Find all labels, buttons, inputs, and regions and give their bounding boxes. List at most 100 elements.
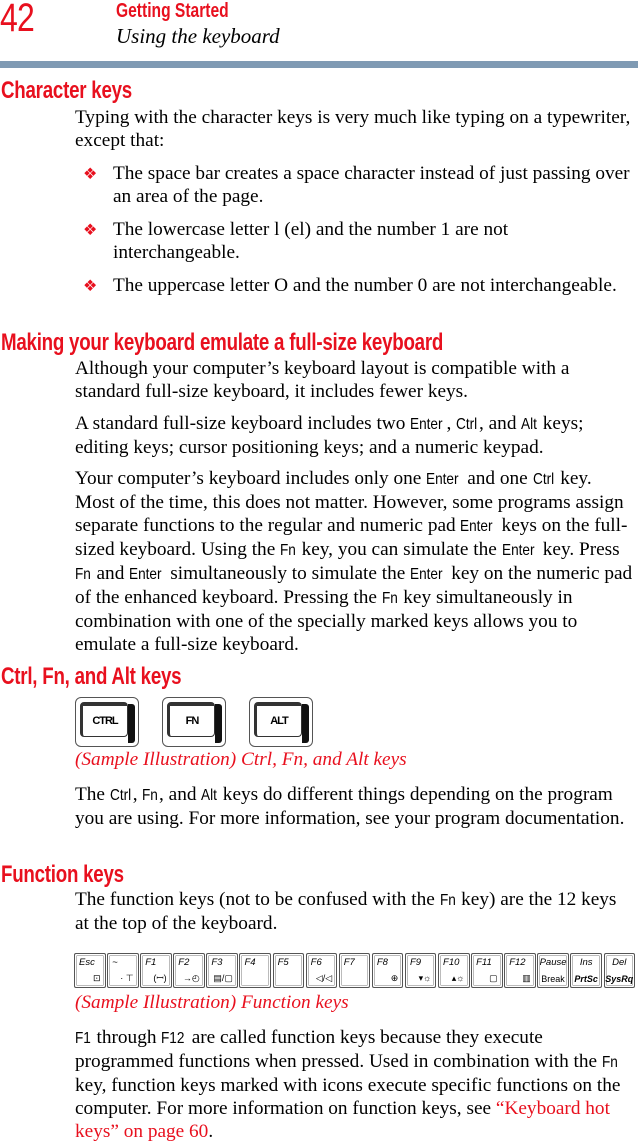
keycap-label: ALT bbox=[254, 702, 302, 737]
text: , and bbox=[159, 784, 202, 805]
section-title: Using the keyboard bbox=[116, 24, 280, 48]
function-keys-caption: (Sample Illustration) Function keys bbox=[75, 992, 349, 1013]
function-key: F12 ▥ bbox=[504, 953, 536, 988]
function-key: F1 (ꟷ) bbox=[140, 953, 172, 988]
function-keys-illustration: Esc ⊡ ~ · ⊤ F1 (ꟷ) F2 →◴ F3 ▤/▢ F4 F5 F6 ◁/◁ F7 F8 ⊕ F9 ▾☼… bbox=[74, 953, 637, 988]
function-keys-paragraph: The function keys (not to be confused wi… bbox=[75, 888, 635, 935]
text: key. Press bbox=[537, 539, 620, 560]
function-key: Pause Break bbox=[537, 953, 569, 988]
key-name: Fn bbox=[280, 542, 296, 559]
key-icon: · ⊤ bbox=[120, 973, 134, 983]
key-name: Alt bbox=[201, 787, 218, 804]
key-label: Pause bbox=[539, 957, 567, 968]
key-name: Alt bbox=[521, 416, 538, 433]
text: The function keys (not to be confused wi… bbox=[75, 889, 440, 910]
function-keys-paragraph-2: F1 through F12 are called function keys … bbox=[75, 1026, 637, 1143]
function-key: F8 ⊕ bbox=[371, 953, 404, 988]
key-label: F10 bbox=[443, 957, 460, 968]
modifier-keys-caption: (Sample Illustration) Ctrl, Fn, and Alt … bbox=[75, 749, 407, 770]
key-name: Ctrl bbox=[109, 787, 131, 804]
heading-emulate: Making your keyboard emulate a full-size… bbox=[1, 329, 444, 356]
key-label: F8 bbox=[376, 957, 388, 968]
heading-modifier-keys: Ctrl, Fn, and Alt keys bbox=[1, 663, 182, 690]
key-name: Ctrl bbox=[532, 471, 554, 488]
function-key: F10 ▴☼ bbox=[438, 953, 470, 988]
key-label: F11 bbox=[476, 957, 492, 968]
text: . bbox=[208, 1121, 214, 1142]
emulate-paragraph: Your computer’s keyboard includes only o… bbox=[75, 467, 635, 656]
key-name: Fn bbox=[142, 787, 159, 804]
function-key: ~ · ⊤ bbox=[107, 953, 139, 988]
key-icon: ⊡ bbox=[92, 973, 101, 983]
text: and one bbox=[462, 468, 533, 489]
key-name: Enter bbox=[129, 566, 162, 583]
key-icon: ▥ bbox=[522, 973, 531, 983]
key-icon: PrtSc bbox=[574, 974, 598, 984]
key-label: F6 bbox=[310, 957, 322, 968]
key-label: Del bbox=[612, 957, 627, 968]
text: , and bbox=[478, 413, 522, 434]
key-icon: ◁/◁ bbox=[315, 973, 333, 983]
alt-key-illustration: ALT bbox=[249, 697, 313, 747]
key-label: F1 bbox=[145, 957, 157, 968]
bullet-item: The lowercase letter l (el) and the numb… bbox=[113, 219, 509, 263]
fn-key-illustration: FN bbox=[162, 697, 226, 747]
text: and bbox=[91, 563, 130, 584]
header-rule bbox=[0, 61, 638, 68]
key-icon: SysRq bbox=[605, 974, 634, 984]
heading-character-keys: Character keys bbox=[1, 77, 132, 104]
key-icon: →◴ bbox=[182, 973, 200, 983]
key-name: Enter bbox=[410, 566, 443, 583]
emulate-paragraph: Although your computer’s keyboard layout… bbox=[75, 357, 635, 403]
bullet-icon: ❖ bbox=[83, 222, 98, 239]
modifier-keys-paragraph: The Ctrl, Fn, and Alt keys do different … bbox=[75, 783, 635, 830]
key-name: Ctrl bbox=[456, 416, 478, 433]
keycap-label: FN bbox=[167, 702, 215, 737]
function-key: F9 ▾☼ bbox=[404, 953, 437, 988]
key-icon: ▢ bbox=[489, 973, 498, 983]
function-key: F3 ▤/▢ bbox=[206, 953, 238, 988]
function-key: Del SysRq bbox=[603, 953, 635, 988]
function-key: Esc ⊡ bbox=[74, 953, 106, 988]
bullet-icon: ❖ bbox=[83, 166, 98, 183]
key-label: Esc bbox=[79, 957, 95, 968]
key-name: Enter bbox=[501, 542, 535, 559]
key-label: ~ bbox=[112, 957, 118, 968]
key-label: F12 bbox=[509, 957, 526, 968]
key-icon: Break bbox=[541, 974, 565, 984]
key-label: F7 bbox=[343, 957, 355, 968]
key-label: F4 bbox=[244, 957, 256, 968]
key-label: F9 bbox=[409, 957, 422, 968]
heading-function-keys: Function keys bbox=[1, 861, 124, 888]
page-number: 42 bbox=[0, 0, 35, 40]
keycap-label: CTRL bbox=[80, 702, 128, 737]
key-label: F2 bbox=[178, 957, 190, 968]
key-name: Fn bbox=[75, 566, 91, 583]
key-icon: ▴☼ bbox=[451, 973, 465, 983]
key-name: Enter bbox=[426, 471, 459, 488]
key-name: F1 bbox=[75, 1030, 91, 1047]
function-key: Ins PrtSc bbox=[570, 953, 602, 988]
text: The bbox=[75, 784, 110, 805]
key-icon: ⊕ bbox=[390, 973, 399, 983]
function-key: F6 ◁/◁ bbox=[305, 953, 338, 988]
text: , bbox=[132, 784, 143, 805]
key-icon: ▤/▢ bbox=[213, 973, 233, 983]
character-keys-intro: Typing with the character keys is very m… bbox=[75, 107, 631, 151]
text: A standard full-size keyboard includes t… bbox=[75, 413, 411, 434]
key-name: Fn bbox=[381, 590, 398, 607]
bullet-item: The space bar creates a space character … bbox=[113, 163, 630, 207]
function-key: F4 bbox=[239, 953, 271, 988]
key-name: Enter bbox=[410, 416, 443, 433]
function-key: F2 →◴ bbox=[173, 953, 205, 988]
text: Your computer’s keyboard includes only o… bbox=[75, 468, 427, 489]
key-label: Ins bbox=[579, 957, 593, 968]
key-name: Fn bbox=[601, 1054, 618, 1071]
chapter-title: Getting Started bbox=[116, 0, 229, 22]
key-label: F5 bbox=[277, 957, 289, 968]
key-name: Enter bbox=[460, 518, 493, 535]
key-icon: ▾☼ bbox=[418, 973, 432, 983]
text: , bbox=[446, 413, 457, 434]
bullet-item: The uppercase letter O and the number 0 … bbox=[113, 275, 617, 296]
text: Although your computer’s keyboard layout… bbox=[75, 358, 570, 402]
